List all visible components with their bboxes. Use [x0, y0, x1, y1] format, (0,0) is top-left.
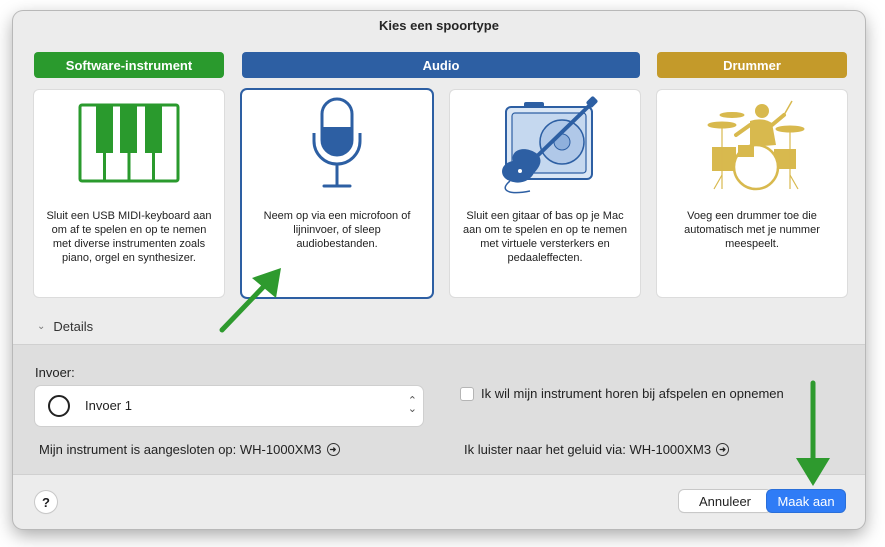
instrument-connected-text: Mijn instrument is aangesloten op: WH-10…	[39, 442, 322, 457]
chevron-down-icon: ⌄	[37, 321, 46, 332]
guitar-amp-icon	[450, 95, 640, 199]
details-panel: Invoer: Invoer 1 ⌃ ⌄ Ik wil mijn instrume…	[13, 344, 865, 475]
arrow-right-circle-icon[interactable]: ➜	[716, 443, 730, 456]
card-description: Voeg een drummer toe die automatisch met…	[684, 210, 820, 250]
card-microphone[interactable]: Neem op via een microfoon of lijninvoer,…	[242, 90, 432, 297]
details-label: Details	[53, 319, 94, 334]
drummer-icon	[657, 95, 847, 199]
category-header-audio[interactable]: Audio	[242, 52, 640, 78]
mono-input-icon	[48, 395, 70, 417]
listen-output-info: Ik luister naar het geluid via: WH-1000X…	[464, 442, 730, 457]
monitor-checkbox[interactable]	[460, 386, 474, 401]
help-button[interactable]: ?	[35, 491, 57, 513]
card-description: Sluit een USB MIDI-keyboard aan om af te…	[46, 210, 212, 264]
input-label: Invoer:	[35, 365, 75, 380]
category-header-software-instrument[interactable]: Software-instrument	[34, 52, 224, 78]
instrument-connected-info: Mijn instrument is aangesloten op: WH-10…	[39, 442, 340, 457]
details-disclosure[interactable]: ⌄ Details	[37, 319, 93, 334]
card-description: Neem op via een microfoon of lijninvoer,…	[263, 210, 411, 250]
stepper-arrows-icon: ⌃ ⌄	[407, 395, 417, 415]
monitor-checkbox-label: Ik wil mijn instrument horen bij afspele…	[481, 386, 784, 401]
card-drummer[interactable]: Voeg een drummer toe die automatisch met…	[657, 90, 847, 297]
card-guitar[interactable]: Sluit een gitaar of bas op je Mac aan om…	[450, 90, 640, 297]
card-description: Sluit een gitaar of bas op je Mac aan om…	[463, 210, 627, 264]
arrow-right-circle-icon[interactable]: ➜	[326, 443, 340, 456]
piano-keyboard-icon	[34, 95, 224, 195]
track-type-dialog: Kies een spoortype Software-instrument A…	[13, 11, 865, 529]
dialog-title: Kies een spoortype	[379, 18, 499, 33]
category-header-drummer[interactable]: Drummer	[657, 52, 847, 78]
cancel-button[interactable]: Annuleer	[679, 490, 771, 512]
card-software-instrument[interactable]: Sluit een USB MIDI-keyboard aan om af te…	[34, 90, 224, 297]
listen-output-text: Ik luister naar het geluid via: WH-1000X…	[464, 442, 712, 457]
input-select[interactable]: Invoer 1 ⌃ ⌄	[35, 386, 423, 426]
microphone-icon	[242, 95, 432, 199]
input-select-value: Invoer 1	[85, 398, 132, 413]
monitor-checkbox-row[interactable]: Ik wil mijn instrument horen bij afspele…	[460, 386, 784, 401]
create-button[interactable]: Maak aan	[767, 490, 845, 512]
